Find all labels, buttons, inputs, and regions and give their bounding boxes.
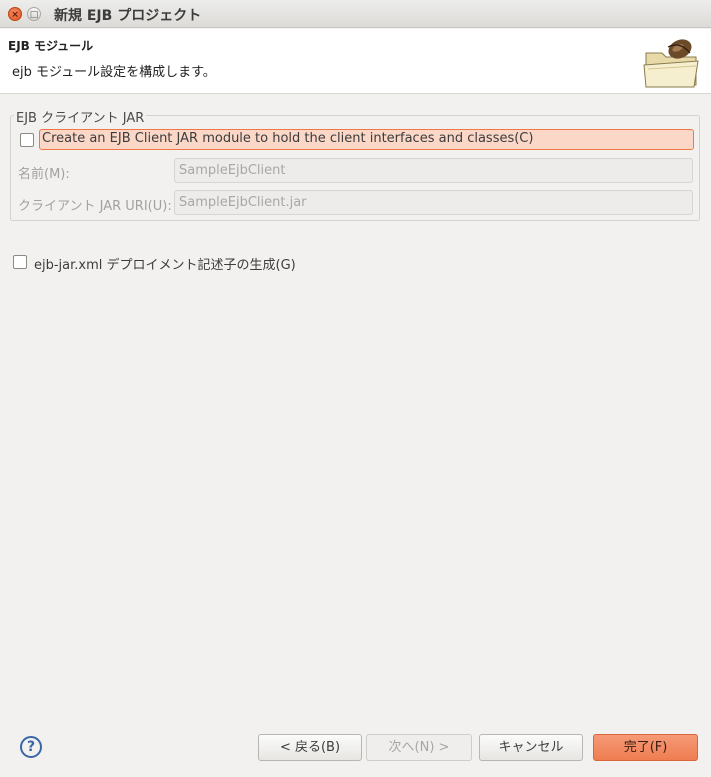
close-window-button[interactable]: × [8, 7, 22, 21]
client-jar-group-title: EJB クライアント JAR [14, 107, 147, 126]
cancel-button[interactable]: キャンセル [479, 734, 583, 761]
generate-deployment-descriptor-checkbox[interactable] [13, 255, 27, 269]
page-description: ejb モジュール設定を構成します。 [12, 65, 216, 80]
client-name-label: 名前(M): [18, 167, 70, 182]
folder-with-bean-icon [643, 39, 699, 88]
client-name-field[interactable]: SampleEjbClient [174, 158, 693, 183]
client-uri-label: クライアント JAR URI(U): [18, 199, 172, 214]
next-button[interactable]: 次へ(N) > [366, 734, 472, 761]
create-client-jar-checkbox[interactable] [20, 133, 34, 147]
help-icon[interactable]: ? [20, 736, 42, 758]
finish-button[interactable]: 完了(F) [593, 734, 698, 761]
title-bar: × □ 新規 EJB プロジェクト [0, 0, 711, 28]
maximize-window-button[interactable]: □ [27, 7, 41, 21]
generate-deployment-descriptor-label[interactable]: ejb-jar.xml デプロイメント記述子の生成(G) [34, 254, 296, 273]
page-title: EJB モジュール [8, 39, 94, 53]
window-title: 新規 EJB プロジェクト [54, 8, 202, 24]
back-button[interactable]: < 戻る(B) [258, 734, 362, 761]
wizard-header: EJB モジュール ejb モジュール設定を構成します。 [0, 29, 711, 94]
client-uri-field[interactable]: SampleEjbClient.jar [174, 190, 693, 215]
create-client-jar-label[interactable]: Create an EJB Client JAR module to hold … [42, 131, 533, 146]
